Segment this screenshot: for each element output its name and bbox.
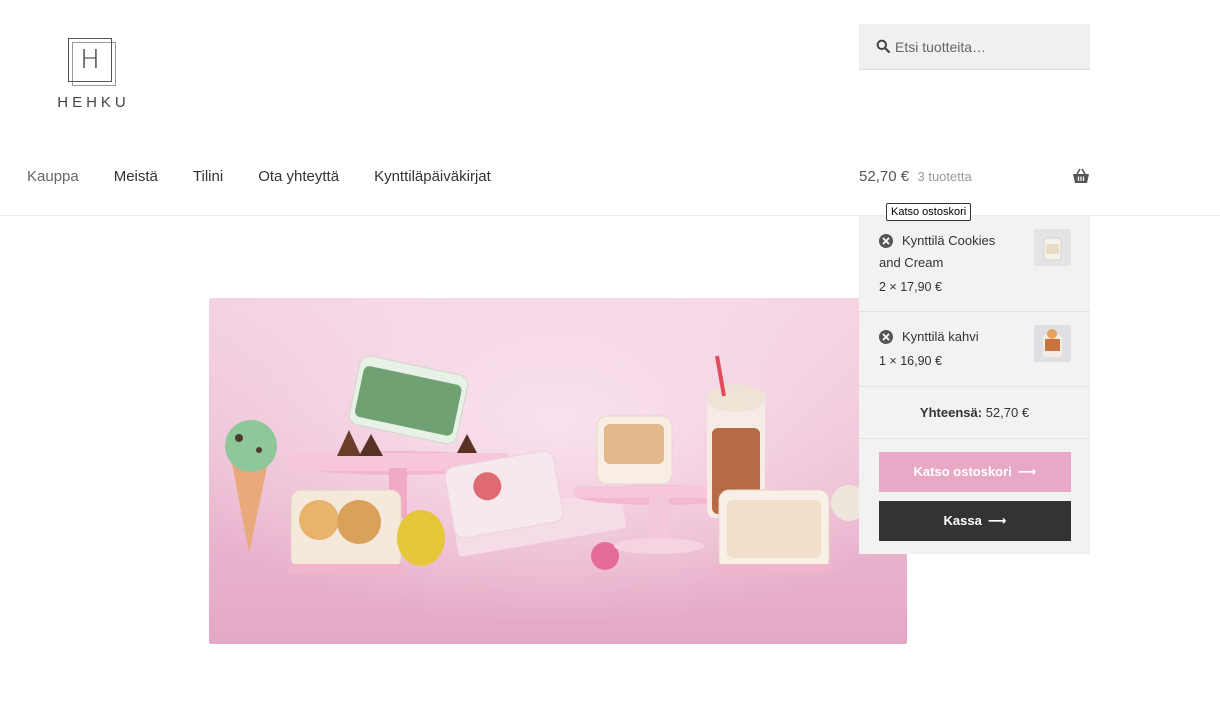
basket-icon — [1073, 168, 1089, 183]
cart-item-name[interactable]: Kynttilä kahvi — [879, 326, 1032, 348]
remove-item-icon[interactable] — [879, 330, 893, 344]
checkout-button[interactable]: Kassa ⟶ — [879, 501, 1071, 541]
cart-item-name-line1: Kynttilä Cookies — [902, 233, 996, 248]
cart-subtotal-value: 52,70 € — [985, 405, 1030, 420]
site-logo[interactable]: H HEHKU — [52, 38, 132, 111]
primary-nav: Kauppa Meistä Tilini Ota yhteyttä Kyntti… — [27, 166, 526, 188]
search-icon — [876, 39, 890, 53]
header-cart[interactable]: 52,70 € 3 tuotetta — [859, 166, 1090, 188]
logo-text: HEHKU — [57, 94, 130, 111]
nav-item-kynttilapaivakirjat[interactable]: Kynttiläpäiväkirjat — [374, 166, 491, 188]
arrow-right-icon: ⟶ — [987, 514, 1007, 529]
cart-item: Kynttilä Cookies and Cream 2 × 17,90 € — [859, 216, 1090, 312]
product-search — [859, 24, 1090, 70]
cart-subtotal-label: Yhteensä: — [919, 405, 983, 420]
nav-item-ota-yhteytta[interactable]: Ota yhteyttä — [258, 166, 339, 188]
checkout-label: Kassa — [943, 513, 982, 528]
logo-letter: H — [80, 45, 100, 75]
cart-item-thumbnail[interactable] — [1034, 325, 1071, 362]
view-cart-button[interactable]: Katso ostoskori ⟶ — [879, 452, 1071, 492]
cart-item-name[interactable]: Kynttilä Cookies and Cream — [879, 230, 1032, 274]
cart-item-name-line2: and Cream — [879, 255, 944, 270]
cart-amount: 52,70 € — [859, 168, 910, 185]
cart-item-quantity: 2 × 17,90 € — [879, 280, 942, 294]
arrow-right-icon: ⟶ — [1017, 465, 1037, 480]
nav-item-kauppa[interactable]: Kauppa — [27, 166, 79, 188]
logo-mark: H — [68, 38, 116, 86]
search-input[interactable] — [895, 24, 1080, 70]
view-cart-label: Katso ostoskori — [913, 464, 1012, 479]
cart-item-thumbnail[interactable] — [1034, 229, 1071, 266]
cart-tooltip: Katso ostoskori — [886, 203, 972, 221]
nav-item-meista[interactable]: Meistä — [114, 166, 158, 188]
remove-item-icon[interactable] — [879, 234, 893, 248]
cart-subtotal: Yhteensä: 52,70 € — [859, 387, 1090, 439]
cart-item: Kynttilä kahvi 1 × 16,90 € — [859, 312, 1090, 387]
nav-item-tilini[interactable]: Tilini — [193, 166, 223, 188]
cart-count: 3 tuotetta — [917, 169, 972, 184]
mini-cart-dropdown: Kynttilä Cookies and Cream 2 × 17,90 € K… — [859, 216, 1090, 554]
hero-image — [209, 298, 907, 644]
